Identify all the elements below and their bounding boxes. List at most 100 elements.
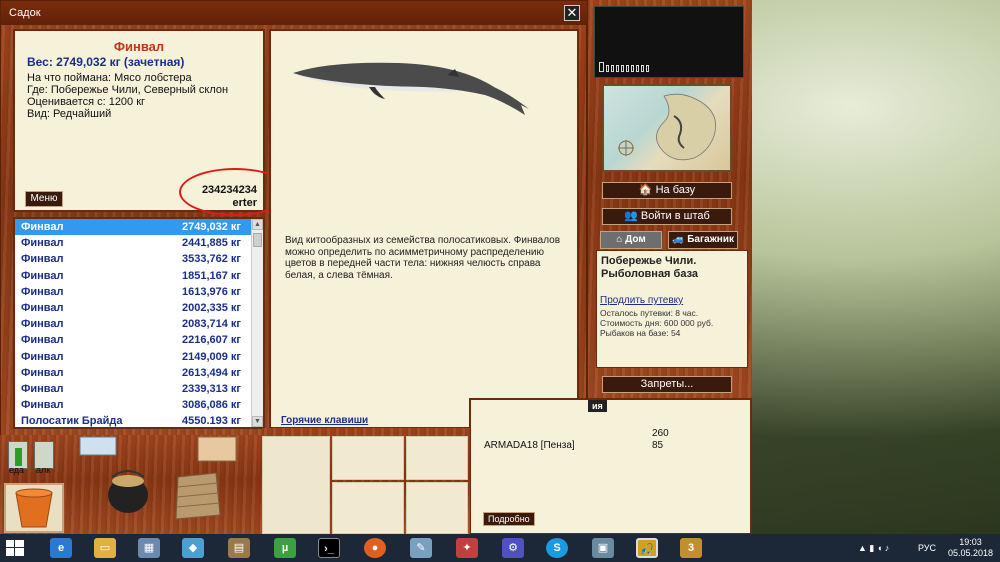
fishing-game-icon[interactable]: 🎣 xyxy=(636,538,658,558)
catch-list-row[interactable]: Финвал 2083,714 кг xyxy=(15,316,253,332)
close-button[interactable]: ✕ xyxy=(564,5,580,21)
catch-list-row[interactable]: Полосатик Брайда 4550.193 кг xyxy=(15,413,253,428)
signal-display xyxy=(594,6,744,78)
catch-weight: 3533,762 кг xyxy=(181,253,241,266)
list-scrollbar[interactable]: ▲ ▼ xyxy=(251,219,263,427)
bait-info: На что поймана: Мясо лобстера xyxy=(27,72,192,84)
catch-weight: 2339,313 кг xyxy=(181,382,241,395)
calculator-icon[interactable]: ▦ xyxy=(138,538,160,558)
network-app-icon[interactable]: ▣ xyxy=(592,538,614,558)
player-value: 85 xyxy=(652,440,664,451)
equipment-area: еда алк xyxy=(0,435,262,535)
catch-name: Финвал xyxy=(21,382,64,395)
house-icon: 🏠 xyxy=(638,184,656,196)
enter-hq-button[interactable]: 👥 Войти в штаб xyxy=(602,208,732,225)
catch-keepnet-window: Садок ✕ Финвал Вес: 2749,032 кг (зачетна… xyxy=(0,0,588,437)
stat-value: 260 xyxy=(652,428,669,439)
command-prompt-icon[interactable]: ›_ xyxy=(318,538,340,558)
enter-hq-label: Войти в штаб xyxy=(640,210,710,222)
cooking-pot-icon[interactable] xyxy=(104,465,152,523)
wicker-basket-icon[interactable] xyxy=(170,465,224,523)
grid-cell[interactable] xyxy=(262,436,330,534)
bans-button[interactable]: Запреты... xyxy=(602,376,732,393)
rr3-game-icon[interactable]: 3 xyxy=(680,538,702,558)
grid-cell[interactable] xyxy=(406,482,468,534)
people-icon: 👥 xyxy=(624,210,641,222)
extend-trip-link[interactable]: Продлить путевку xyxy=(600,295,683,306)
catch-list-row[interactable]: Финвал 1851,167 кг xyxy=(15,268,253,284)
tray-icons[interactable]: ▲ ▮ ◖ ♪ xyxy=(858,543,889,554)
bucket-icon xyxy=(15,488,53,528)
catch-weight: 2149,009 кг xyxy=(181,350,241,363)
scroll-up-arrow-icon[interactable]: ▲ xyxy=(252,219,263,230)
book-icon[interactable] xyxy=(196,435,240,463)
fish-weight: Вес: 2749,032 кг (зачетная) xyxy=(27,55,185,69)
map-icon xyxy=(618,93,717,161)
catch-weight: 3086,086 кг xyxy=(181,399,241,412)
to-base-label: На базу xyxy=(655,184,696,196)
catch-list-row[interactable]: Финвал 2441,885 кг xyxy=(15,235,253,251)
hotkeys-link[interactable]: Горячие клавиши xyxy=(281,415,368,426)
catch-list-row[interactable]: Финвал 2216,607 кг xyxy=(15,332,253,348)
bucket-slot[interactable] xyxy=(4,483,64,533)
car-icon: 🚙 xyxy=(672,234,688,245)
catch-list-row[interactable]: Финвал 3533,762 кг xyxy=(15,251,253,267)
to-base-button[interactable]: 🏠 На базу xyxy=(602,182,732,199)
file-explorer-icon[interactable]: ▭ xyxy=(94,538,116,558)
catch-weight: 2216,607 кг xyxy=(181,334,241,347)
catch-name: Финвал xyxy=(21,221,64,233)
catch-name: Полосатик Брайда xyxy=(21,415,123,428)
input-language[interactable]: РУС xyxy=(918,543,936,553)
scroll-thumb[interactable] xyxy=(253,233,262,247)
catch-list-row[interactable]: Финвал 2149,009 кг xyxy=(15,349,253,365)
internet-explorer-icon[interactable]: e xyxy=(50,538,72,558)
windows-start-icon[interactable] xyxy=(6,540,24,556)
tab-trunk-label: Багажник xyxy=(687,234,734,245)
catch-list-row[interactable]: Финвал 2613,494 кг xyxy=(15,365,253,381)
catch-name: Финвал xyxy=(21,237,64,250)
papers-icon[interactable] xyxy=(78,435,118,457)
catch-list-row[interactable]: Финвал 3086,086 кг xyxy=(15,397,253,413)
stats-tab[interactable]: ия xyxy=(588,400,607,412)
valued-from-info: Оценивается с: 1200 кг xyxy=(27,96,146,108)
catch-name: Финвал xyxy=(21,285,64,298)
catch-list-row[interactable]: Финвал 1613,976 кг xyxy=(15,284,253,300)
species-type-info: Вид: Редчайший xyxy=(27,108,112,120)
signal-strength-icon xyxy=(599,62,649,72)
tab-home-label: Дом xyxy=(625,234,646,245)
paint-icon[interactable]: ✎ xyxy=(410,538,432,558)
archive-icon[interactable]: ▤ xyxy=(228,538,250,558)
inventory-grid xyxy=(262,428,470,535)
catch-name: Финвал xyxy=(21,399,64,412)
details-button[interactable]: Подробно xyxy=(483,512,535,526)
window-title: Садок xyxy=(9,7,41,19)
settings-gear-icon[interactable]: ⚙ xyxy=(502,538,524,558)
tool-icon[interactable]: ✦ xyxy=(456,538,478,558)
grid-cell[interactable] xyxy=(332,436,404,480)
system-clock[interactable]: 19:03 05.05.2018 xyxy=(948,537,993,559)
menu-button[interactable]: Меню xyxy=(25,191,63,207)
map-thumbnail[interactable] xyxy=(602,84,732,172)
catch-list-row[interactable]: Финвал 2749,032 кг xyxy=(15,219,253,236)
catch-list-row[interactable]: Финвал 2002,335 кг xyxy=(15,300,253,316)
catch-list-row[interactable]: Финвал 2339,313 кг xyxy=(15,381,253,397)
catch-name: Финвал xyxy=(21,334,64,347)
windows-taskbar: e ▭ ▦ ◆ ▤ µ ›_ ● ✎ ✦ ⚙ S ▣ 🎣 3 ▲ ▮ ◖ ♪ Р… xyxy=(0,534,1000,562)
scroll-down-arrow-icon[interactable]: ▼ xyxy=(252,416,263,427)
catch-weight: 2083,714 кг xyxy=(181,318,241,331)
notes-icon[interactable]: ◆ xyxy=(182,538,204,558)
utorrent-icon[interactable]: µ xyxy=(274,538,296,558)
catch-weight: 2002,335 кг xyxy=(181,301,241,314)
tab-home[interactable]: ⌂ Дом xyxy=(600,231,662,249)
catch-weight: 1851,167 кг xyxy=(181,269,241,282)
grid-cell[interactable] xyxy=(406,436,468,480)
skype-icon[interactable]: S xyxy=(546,538,568,558)
catch-weight: 2749,032 кг xyxy=(181,221,241,233)
grid-cell[interactable] xyxy=(332,482,404,534)
firefox-icon[interactable]: ● xyxy=(364,538,386,558)
catch-name: Финвал xyxy=(21,318,64,331)
location-info: Где: Побережье Чили, Северный склон xyxy=(27,84,229,96)
player-name: ARMADA18 [Пенза] xyxy=(484,440,575,451)
window-titlebar: Садок xyxy=(1,1,588,25)
tab-trunk[interactable]: 🚙 Багажник xyxy=(668,231,738,249)
